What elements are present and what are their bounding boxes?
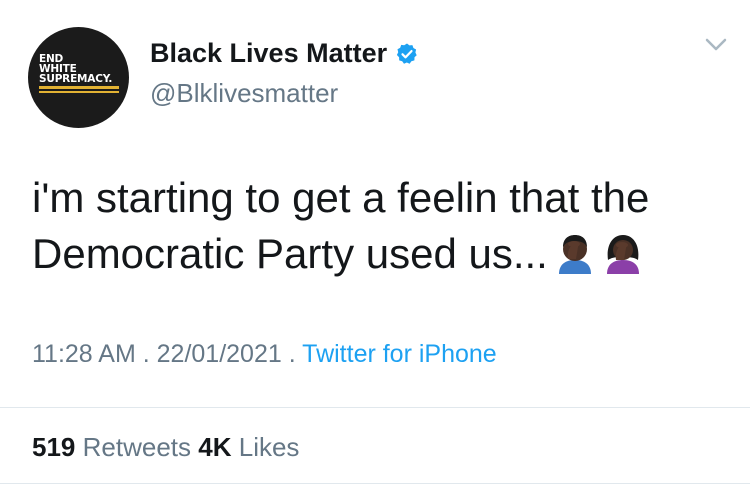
tweet-source-link[interactable]: Twitter for iPhone [302, 340, 497, 368]
verified-badge-icon [397, 43, 417, 64]
tweet-text-line-2-words: Democratic Party used us... [32, 230, 548, 277]
meta-separator-2: . [288, 340, 296, 368]
likes-count[interactable]: 4K [198, 432, 231, 462]
man-facepalming-icon [558, 235, 591, 274]
display-name[interactable]: Black Lives Matter [150, 38, 387, 69]
retweets-count[interactable]: 519 [32, 432, 75, 462]
profile-avatar[interactable]: END WHITE SUPREMACY. [28, 27, 129, 128]
tweet-text-line-1: i'm starting to get a feelin that the [32, 174, 650, 221]
avatar-gold-rule-thin [39, 91, 119, 93]
tweet-date[interactable]: 22/01/2021 [157, 340, 282, 368]
user-handle[interactable]: @Blklivesmatter [150, 78, 338, 109]
avatar-gold-rule [39, 86, 119, 89]
tweet-time[interactable]: 11:28 AM [32, 340, 136, 368]
likes-label[interactable]: Likes [239, 432, 300, 462]
tweet-text: i'm starting to get a feelin that the De… [32, 170, 732, 282]
avatar-line-supremacy: SUPREMACY. [39, 73, 113, 85]
tweet-text-line-2: Democratic Party used us... [32, 226, 732, 282]
woman-facepalming-icon [606, 235, 639, 274]
meta-separator-1: . [142, 340, 150, 368]
divider-bottom [0, 483, 750, 484]
avatar-logo-text: END WHITE SUPREMACY. [39, 54, 119, 93]
divider [0, 407, 750, 408]
tweet-meta: 11:28 AM . 22/01/2021 . Twitter for iPho… [32, 340, 497, 369]
retweets-label[interactable]: Retweets [83, 432, 191, 462]
name-row: Black Lives Matter [150, 38, 419, 69]
tweet-stats: 519 Retweets 4K Likes [32, 432, 299, 463]
chevron-down-icon[interactable] [705, 38, 727, 52]
